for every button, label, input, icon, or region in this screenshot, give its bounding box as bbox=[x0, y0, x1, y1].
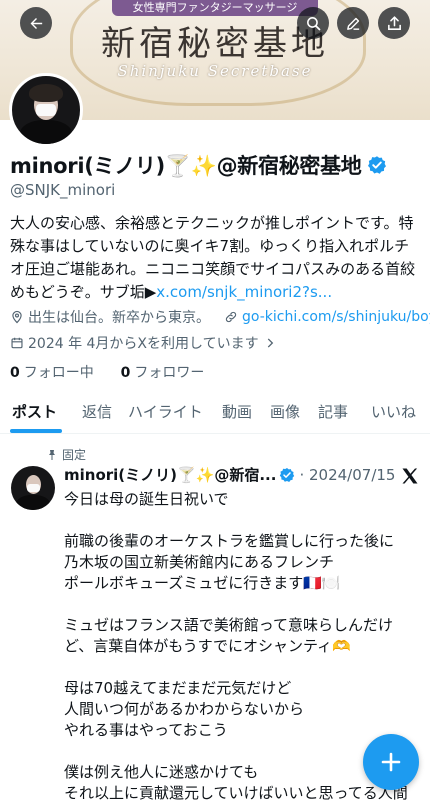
avatar-body bbox=[20, 120, 72, 144]
profile-location: 出生は仙台。新卒から東京。 bbox=[28, 310, 210, 326]
back-arrow-icon bbox=[30, 17, 42, 29]
post-line: ど、言葉自体がもうすでにオシャンティ🫶 bbox=[64, 637, 351, 655]
post-line: 母は70越えてまだまだ元気だけど bbox=[64, 679, 292, 697]
calendar-icon bbox=[11, 337, 23, 349]
post-avatar-mask bbox=[27, 484, 40, 492]
search-icon bbox=[306, 16, 320, 30]
post-avatar-body bbox=[16, 495, 50, 510]
banner-ribbon: 女性専門ファンタジーマッサージ bbox=[112, 0, 318, 16]
post-line: 乃木坂の国立新美術館内にあるフレンチ bbox=[64, 553, 335, 571]
profile-bio: 大人の安心感、余裕感とテクニックが推しポイントです。特殊な事はしていないのに奥イ… bbox=[10, 212, 422, 304]
pin-icon bbox=[49, 449, 55, 460]
tab-videos[interactable]: 動画 bbox=[222, 401, 252, 422]
post-date[interactable]: · 2024/07/15 bbox=[299, 466, 395, 484]
edit-icon bbox=[346, 17, 359, 30]
profile-joined-row[interactable]: 2024 年 4月からXを利用しています bbox=[10, 333, 281, 353]
tab-images[interactable]: 画像 bbox=[270, 401, 300, 422]
following-count: 0 bbox=[10, 365, 20, 381]
post-verified-badge-icon bbox=[280, 467, 295, 482]
pinned-label: 固定 bbox=[62, 448, 87, 462]
tab-replies[interactable]: 返信 bbox=[82, 401, 112, 422]
followers-label: フォロワー bbox=[134, 365, 205, 381]
chevron-right-icon bbox=[267, 338, 273, 348]
tab-posts[interactable]: ポスト bbox=[12, 401, 57, 422]
profile-meta-row: 出生は仙台。新卒から東京。 go-kichi.com/s/shinjuku/bo… bbox=[10, 307, 430, 327]
post-author-name[interactable]: minori(ミノリ)🍸✨@新宿... bbox=[64, 464, 276, 485]
post-line: 前職の後輩のオーケストラを鑑賞しに行った後に bbox=[64, 532, 395, 550]
post-line: ミュゼはフランス語で美術館って意味らしんだけ bbox=[64, 616, 393, 634]
follow-stats: 0 フォロー中 0 フォロワー bbox=[10, 362, 204, 382]
share-button[interactable] bbox=[378, 7, 410, 39]
followers-link[interactable]: 0 フォロワー bbox=[121, 365, 205, 381]
post-author-avatar[interactable] bbox=[11, 466, 55, 510]
search-button[interactable] bbox=[297, 7, 329, 39]
location-icon bbox=[12, 310, 22, 324]
post-line: それ以上に貢献還元していけばいいと思ってる人間 bbox=[64, 784, 408, 802]
following-link[interactable]: 0 フォロー中 bbox=[10, 365, 94, 381]
x-logo-icon bbox=[402, 468, 418, 484]
link-icon bbox=[225, 311, 237, 323]
bio-link[interactable]: x.com/snjk_minori2?s... bbox=[156, 283, 332, 301]
profile-website-link[interactable]: go-kichi.com/s/shinjuku/boy... bbox=[242, 309, 430, 325]
post-line-gap bbox=[64, 510, 424, 531]
verified-badge-icon[interactable] bbox=[367, 155, 387, 175]
profile-avatar[interactable] bbox=[9, 73, 83, 147]
share-icon bbox=[387, 15, 401, 30]
post-line-gap bbox=[64, 657, 424, 678]
profile-joined: 2024 年 4月からXを利用しています bbox=[28, 336, 259, 352]
tab-articles[interactable]: 記事 bbox=[318, 401, 348, 422]
followers-count: 0 bbox=[120, 365, 131, 381]
post-line: 人間いつ何があるかわからないから bbox=[64, 700, 305, 718]
edit-button[interactable] bbox=[337, 7, 369, 39]
post-line-gap bbox=[64, 594, 424, 615]
profile-handle: @SNJK_minori bbox=[10, 181, 116, 199]
profile-name-row: minori(ミノリ)🍸✨@新宿秘密基地 bbox=[10, 150, 387, 180]
avatar-mask bbox=[36, 104, 56, 116]
tab-highlights[interactable]: ハイライト bbox=[128, 401, 203, 422]
back-button[interactable] bbox=[20, 7, 52, 39]
active-tab-indicator bbox=[10, 429, 62, 433]
post-line: ポールボキューズミュゼに行きます🇫🇷🍽️ bbox=[64, 574, 341, 592]
compose-button[interactable] bbox=[363, 734, 419, 790]
profile-name: minori(ミノリ)🍸✨@新宿秘密基地 bbox=[10, 154, 362, 178]
plus-icon bbox=[381, 752, 401, 772]
following-label: フォロー中 bbox=[23, 365, 94, 381]
post-line: やれる事はやっておこう bbox=[64, 721, 228, 739]
pinned-indicator: 固定 bbox=[46, 446, 86, 463]
post-line: 今日は母の誕生日祝いで bbox=[64, 490, 229, 508]
profile-tabs: ポスト 返信 ハイライト 動画 画像 記事 いいね bbox=[0, 393, 430, 434]
avatar-hair bbox=[29, 84, 63, 102]
post-header: minori(ミノリ)🍸✨@新宿... · 2024/07/15 bbox=[64, 464, 395, 485]
tab-likes[interactable]: いいね bbox=[371, 401, 416, 422]
